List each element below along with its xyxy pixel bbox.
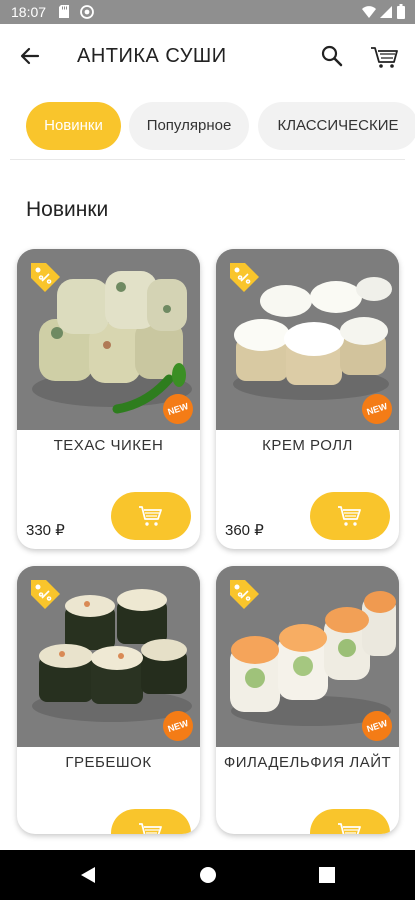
product-card[interactable]: NEW ГРЕБЕШОК <box>17 566 200 834</box>
nav-home-icon[interactable] <box>199 866 217 884</box>
discount-tag-icon <box>230 263 259 292</box>
product-card[interactable]: NEW ФИЛАДЕЛЬФИЯ ЛАЙТ <box>216 566 399 834</box>
product-name: ФИЛАДЕЛЬФИЯ ЛАЙТ <box>223 754 392 771</box>
back-arrow-icon[interactable] <box>16 42 44 70</box>
search-icon[interactable] <box>318 42 346 70</box>
cart-icon[interactable] <box>368 40 400 72</box>
sd-card-icon <box>59 5 69 18</box>
category-chip-classic[interactable]: КЛАССИЧЕСКИЕ <box>258 102 415 150</box>
system-nav-bar <box>0 850 415 900</box>
product-name: ТЕХАС ЧИКЕН <box>53 437 164 454</box>
add-to-cart-button[interactable] <box>310 492 390 540</box>
nav-back-icon[interactable] <box>79 866 97 884</box>
add-to-cart-button[interactable] <box>310 809 390 834</box>
category-tabs: Новинки Популярное КЛАССИЧЕСКИЕ <box>0 102 415 152</box>
product-card[interactable]: NEW ТЕХАС ЧИКЕН 330 ₽ <box>17 249 200 549</box>
app-bar: АНТИКА СУШИ <box>0 24 415 88</box>
discount-tag-icon <box>230 580 259 609</box>
status-time: 18:07 <box>11 4 47 20</box>
discount-tag-icon <box>31 580 60 609</box>
section-title: Новинки <box>26 198 109 221</box>
category-chip-new[interactable]: Новинки <box>26 102 121 150</box>
cart-icon <box>338 823 361 834</box>
product-name: КРЕМ РОЛЛ <box>262 437 353 454</box>
cart-icon <box>139 823 162 834</box>
add-to-cart-button[interactable] <box>111 492 191 540</box>
product-price: 360 ₽ <box>225 522 264 539</box>
cart-icon <box>338 506 361 526</box>
discount-tag-icon <box>31 263 60 292</box>
battery-icon <box>397 4 405 19</box>
wifi-icon <box>362 6 376 18</box>
page-title: АНТИКА СУШИ <box>77 45 227 67</box>
category-chip-popular[interactable]: Популярное <box>129 102 249 150</box>
cart-icon <box>139 506 162 526</box>
add-to-cart-button[interactable] <box>111 809 191 834</box>
product-card[interactable]: NEW КРЕМ РОЛЛ 360 ₽ <box>216 249 399 549</box>
divider <box>10 159 405 160</box>
product-price: 330 ₽ <box>26 522 65 539</box>
signal-icon <box>380 6 392 18</box>
status-bar: 18:07 <box>0 0 415 24</box>
sync-icon <box>80 5 94 19</box>
nav-recents-icon[interactable] <box>319 867 335 883</box>
product-name: ГРЕБЕШОК <box>65 754 152 771</box>
